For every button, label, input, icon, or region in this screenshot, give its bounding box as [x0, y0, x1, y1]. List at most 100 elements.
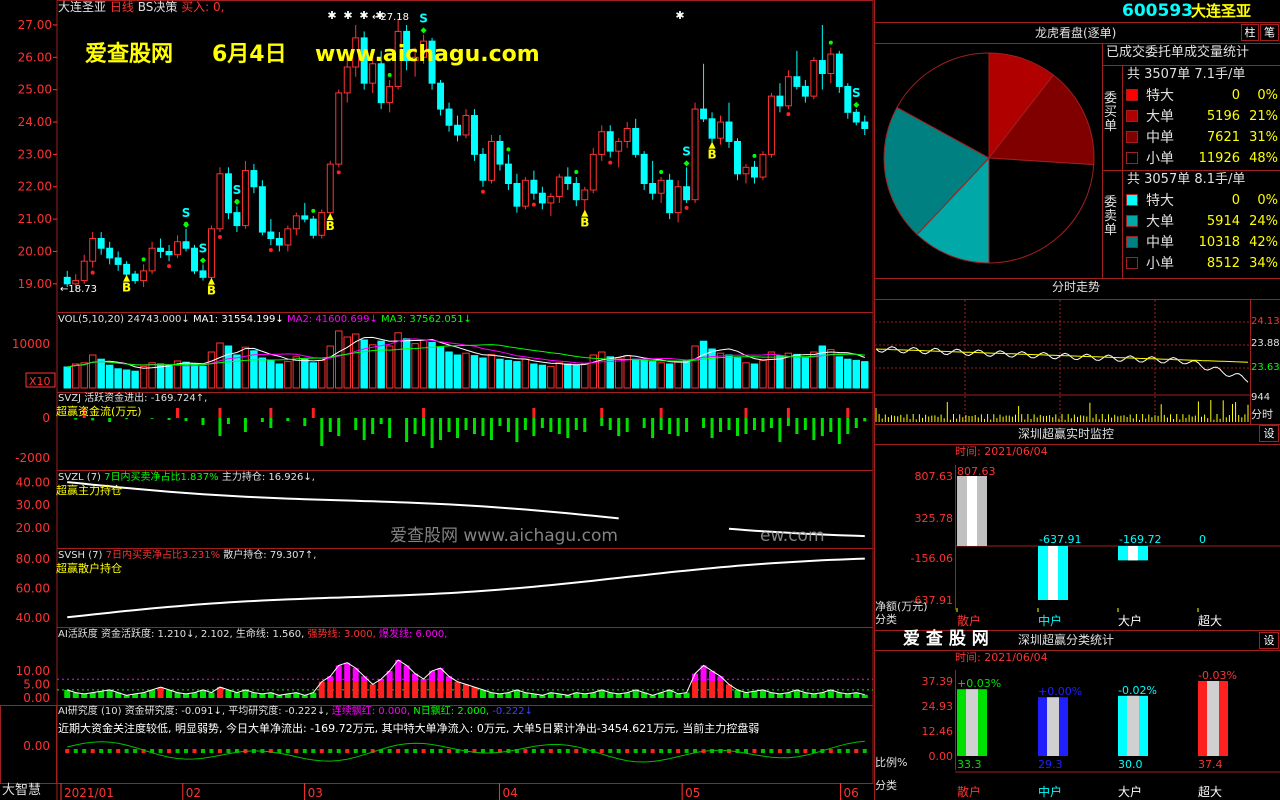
- dragon-row: 小单: [1126, 257, 1174, 271]
- dragon-row: 小单: [1126, 152, 1174, 166]
- ai-active-title[interactable]: AI活跃度: [58, 629, 98, 640]
- svzj-bar: [320, 418, 324, 446]
- low-label: ←18.73: [60, 284, 97, 295]
- candle-body: [106, 247, 114, 259]
- classify-bar-highlight: [1047, 697, 1059, 756]
- classify-bar-highlight: [966, 689, 978, 756]
- candle-body: [759, 153, 767, 178]
- tab-tick[interactable]: 笔: [1260, 24, 1279, 41]
- vol-title[interactable]: VOL(5,10,20): [58, 314, 124, 325]
- svsh-title[interactable]: SVSH (7): [58, 550, 102, 561]
- candle-body: [496, 140, 504, 165]
- tab-bar[interactable]: 柱: [1241, 24, 1259, 41]
- ai-active-bar: [420, 681, 427, 698]
- period-label[interactable]: 日线: [110, 0, 134, 14]
- svzj-bar: [668, 418, 672, 434]
- volume-bar: [267, 360, 275, 389]
- ai-active-bar: [403, 681, 410, 698]
- volume-bar: [309, 362, 318, 389]
- volume-bar: [555, 362, 564, 389]
- candle-body: [572, 183, 580, 201]
- volume-bar: [657, 362, 665, 389]
- price-tick-label: 25.00: [18, 83, 52, 97]
- intraday-vol-label: 分时: [1251, 408, 1273, 421]
- ai-research-mark: [209, 749, 214, 753]
- ai-active-bar: [81, 693, 88, 698]
- candle-body: [683, 186, 691, 201]
- ai-research-mark: [353, 749, 358, 753]
- candle-body: [504, 163, 512, 185]
- row-percent: 24%: [1249, 214, 1278, 229]
- monitor-category-label: 分类: [875, 613, 897, 626]
- classify-settings-button[interactable]: 设: [1259, 632, 1279, 649]
- svzl-sub: 超赢主力持仓: [56, 484, 122, 497]
- classify-title: 深圳超赢分类统计: [1018, 633, 1115, 647]
- svzj-bar: [422, 418, 426, 436]
- ai-active-bar: [751, 691, 758, 698]
- row-volume: 8512: [1206, 256, 1240, 271]
- pie-slice: [896, 52, 990, 159]
- signal-dot: [786, 112, 791, 117]
- ai-active-bar: [581, 693, 588, 698]
- candle-body: [793, 76, 801, 87]
- ai-research-title[interactable]: AI研究度 (10): [58, 706, 122, 717]
- indicator-name[interactable]: BS决策: [138, 0, 178, 14]
- ai-research-mark: [277, 749, 282, 753]
- svzj-bar: [108, 418, 112, 422]
- svzj-bar: [125, 418, 129, 420]
- ai-active-d: 强势线: 3.000,: [307, 629, 376, 640]
- classify-bar: [957, 689, 987, 756]
- svzj-bar: [464, 418, 468, 430]
- intraday-title[interactable]: 分时走势: [1052, 281, 1100, 293]
- svzj-bar: [218, 418, 222, 436]
- svzj-bar: [676, 418, 680, 436]
- ai-active-bar: [437, 681, 444, 698]
- volume-bar: [572, 364, 581, 389]
- candle-body: [835, 53, 843, 87]
- monitor-bar-highlight: [1048, 546, 1058, 600]
- candle-body: [700, 108, 708, 120]
- classify-change-label: +0.00%: [1038, 685, 1082, 698]
- svzl-header: SVZL (7) 7日内买卖净占比1.837% 主力持仓: 16.926↓,: [58, 473, 315, 483]
- volume-bar: [665, 363, 674, 389]
- candle-body: [674, 186, 682, 214]
- ai-active-bar-top: [361, 676, 368, 682]
- svzl-tick-label: 20.00: [16, 521, 50, 535]
- svzj-bar: [744, 408, 748, 418]
- pie-slice: [916, 156, 990, 264]
- candle-body: [640, 153, 648, 185]
- svsh-tick-label: 60.00: [16, 582, 50, 596]
- ai-research-mark: [523, 749, 528, 753]
- ai-research-mark: [531, 749, 536, 753]
- classify-time: 时间: 2021/06/04: [955, 651, 1048, 664]
- star-mark: ✱: [343, 9, 352, 22]
- volume-bar: [241, 346, 250, 389]
- svzj-title[interactable]: SVZJ: [58, 393, 81, 404]
- ai-research-mark: [217, 749, 222, 753]
- row-percent: 0%: [1257, 88, 1278, 103]
- svzj-bar: [422, 408, 426, 418]
- monitor-settings-button[interactable]: 设: [1259, 425, 1279, 442]
- ai-research-mark: [285, 749, 290, 753]
- ai-research-mark: [794, 749, 799, 753]
- ai-research-mark: [107, 749, 112, 753]
- row-name: 中单: [1146, 235, 1174, 251]
- ai-active-bar: [496, 693, 503, 698]
- candle-body: [547, 195, 555, 204]
- svzj-bar: [447, 418, 451, 432]
- ai-active-bar: [446, 681, 453, 698]
- volume-bar: [682, 359, 691, 389]
- signal-dot: [336, 170, 341, 175]
- ai-research-mark: [124, 749, 129, 753]
- signal-dot: [828, 40, 833, 45]
- volume-bar: [343, 336, 351, 389]
- volume-bar: [72, 363, 80, 389]
- ai-research-mark: [659, 749, 664, 753]
- ai-research-b: 平均研究度: -0.222↓,: [228, 706, 329, 717]
- candle-body: [326, 163, 334, 214]
- svzj-bar: [608, 418, 612, 430]
- ai-research-mark: [828, 749, 833, 753]
- svzl-title[interactable]: SVZL (7): [58, 472, 101, 483]
- ai-active-bar: [861, 694, 868, 698]
- ai-research-mark: [90, 749, 95, 753]
